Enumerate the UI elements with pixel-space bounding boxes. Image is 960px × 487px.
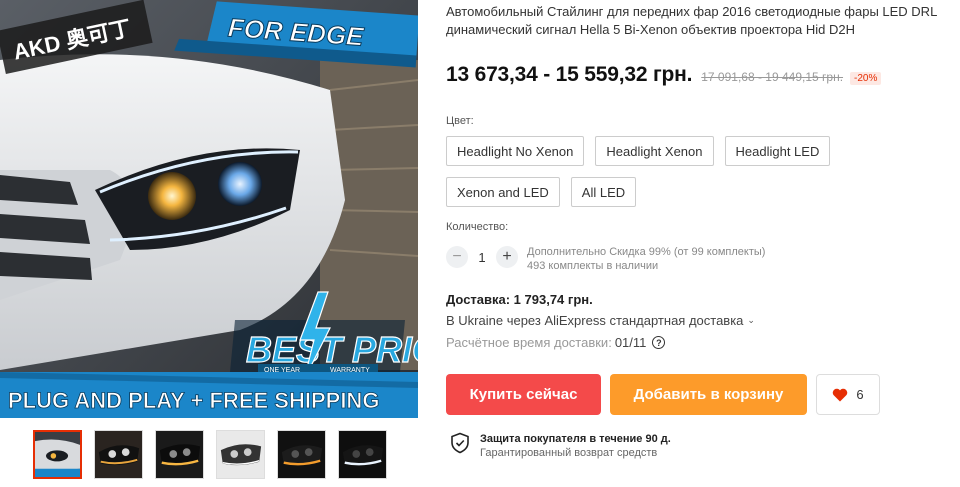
- shield-check-icon: [451, 432, 469, 454]
- shipping-cost: Доставка: 1 793,74 грн.: [446, 292, 593, 307]
- thumbnail-2[interactable]: [94, 430, 143, 479]
- product-page: AKD 奥可丁 FOR EDGE BEST PRICE ONE YEAR WAR…: [0, 0, 960, 487]
- product-info: Автомобильный Стайлинг для передних фар …: [446, 0, 951, 459]
- price-row: 13 673,34 - 15 559,32 грн. 17 091,68 - 1…: [446, 63, 882, 87]
- color-options-row-1: Headlight No Xenon Headlight Xenon Headl…: [446, 136, 831, 166]
- shipping-method-selector[interactable]: В Ukraine через AliExpress стандартная д…: [446, 313, 755, 328]
- wishlist-count: 6: [856, 387, 864, 402]
- thumbnail-6[interactable]: [338, 430, 387, 479]
- color-option-xenon-and-led[interactable]: Xenon and LED: [446, 177, 560, 207]
- buyer-protection-subtitle: Гарантированный возврат средств: [480, 447, 658, 459]
- thumbnail-1[interactable]: [33, 430, 82, 479]
- quantity-stepper: − 1 +: [446, 246, 518, 268]
- color-option-headlight-xenon[interactable]: Headlight Xenon: [595, 136, 714, 166]
- original-price: 17 091,68 - 19 449,15 грн.: [701, 70, 844, 84]
- quantity-increase-button[interactable]: +: [496, 246, 518, 268]
- buyer-protection-title: Защита покупателя в течение 90 д.: [480, 433, 671, 445]
- thumbnail-3[interactable]: [155, 430, 204, 479]
- color-option-all-led[interactable]: All LED: [570, 177, 637, 207]
- discount-badge: -20%: [850, 72, 882, 85]
- buyer-protection-text: Защита покупателя в течение 90 д. Гарант…: [480, 432, 671, 461]
- best-price-text: BEST PRICE: [246, 329, 418, 370]
- quantity-label: Количество:: [446, 221, 509, 233]
- quantity-decrease-button[interactable]: −: [446, 246, 468, 268]
- chevron-down-icon: ⌄: [747, 315, 755, 325]
- help-circle-icon[interactable]: ?: [652, 336, 666, 349]
- delivery-time-label: Расчётное время доставки:: [446, 335, 612, 350]
- thumbnail-5[interactable]: [277, 430, 326, 479]
- buy-now-button[interactable]: Купить сейчас: [446, 374, 601, 415]
- quantity-note: Дополнительно Скидка 99% (от 99 комплект…: [527, 245, 765, 273]
- thumbnail-4[interactable]: [216, 430, 265, 479]
- buyer-protection: Защита покупателя в течение 90 д. Гарант…: [450, 432, 671, 461]
- main-product-image[interactable]: AKD 奥可丁 FOR EDGE BEST PRICE ONE YEAR WAR…: [0, 0, 418, 418]
- color-label: Цвет:: [446, 115, 474, 127]
- plug-play-text: PLUG AND PLAY + FREE SHIPPING: [8, 388, 379, 413]
- delivery-time-value: 01/11: [614, 335, 647, 350]
- quantity-value[interactable]: 1: [468, 250, 496, 265]
- color-option-headlight-no-xenon[interactable]: Headlight No Xenon: [446, 136, 585, 166]
- heart-icon: [833, 388, 848, 401]
- bulk-discount-text: Дополнительно Скидка 99% (от 99 комплект…: [527, 246, 766, 258]
- wishlist-button[interactable]: 6: [816, 374, 880, 415]
- add-to-cart-button[interactable]: Добавить в корзину: [610, 374, 807, 415]
- color-options-row-2: Xenon and LED All LED: [446, 177, 637, 207]
- color-option-headlight-led[interactable]: Headlight LED: [724, 136, 831, 166]
- thumbnail-strip: [33, 430, 387, 479]
- current-price: 13 673,34 - 15 559,32 грн.: [446, 63, 693, 86]
- product-title: Автомобильный Стайлинг для передних фар …: [446, 4, 937, 37]
- shipping-method-text: В Ukraine через AliExpress стандартная д…: [446, 313, 744, 328]
- stock-text: 493 комплекты в наличии: [527, 260, 659, 272]
- delivery-estimate: Расчётное время доставки: 01/11 ?: [446, 335, 666, 350]
